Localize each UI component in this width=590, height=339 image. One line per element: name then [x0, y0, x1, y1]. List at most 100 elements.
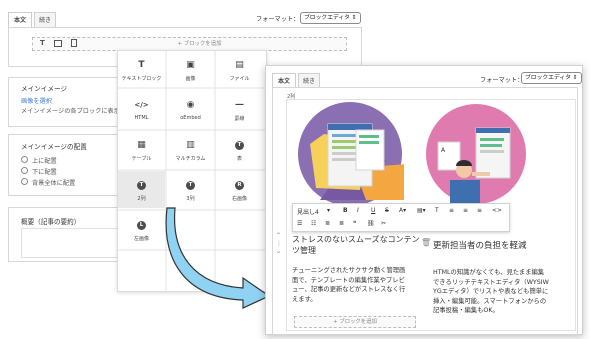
align-right-icon[interactable]: ≡: [477, 207, 482, 214]
radio-top[interactable]: [21, 156, 28, 163]
main-image-title: メインイメージ: [21, 85, 68, 93]
col1-heading[interactable]: ストレスのないスムーズなコンテンツ管理: [292, 234, 422, 256]
table-icon: ▦: [137, 140, 146, 150]
col2-line: 挿入・編集可能。スマートフォンからの: [433, 297, 547, 305]
menu-item-two-column[interactable]: T 2列: [118, 171, 165, 208]
front-add-block-button[interactable]: + ブロックを追加: [294, 316, 416, 328]
main-image-section: メインイメージ 画像を選択 メインイメージの各ブロックに表示: [8, 77, 128, 127]
two-column-icon: T: [118, 180, 165, 190]
align-center-icon[interactable]: ≡: [463, 207, 468, 214]
chevron-down-icon: ▾: [327, 207, 331, 214]
image-icon[interactable]: [54, 40, 62, 47]
summary-title: 概要（記事の要約）: [21, 218, 81, 226]
tab-continue[interactable]: 続き: [34, 12, 56, 27]
main-image-desc: メインイメージの各ブロックに表示: [21, 108, 120, 115]
table-t-icon: T: [216, 140, 263, 150]
menu-item-label: テーブル: [131, 156, 152, 162]
menu-item-table[interactable]: ▦ テーブル: [118, 131, 165, 168]
radio-top-label: 上に配置: [32, 158, 57, 165]
front-editor-panel: 本文 続き フォーマット： ブロックエディタ ⇕ 2列 A 見出し4 ▾ B I…: [265, 65, 583, 335]
bullet-list-icon[interactable]: ☰: [297, 220, 302, 227]
text-style-button[interactable]: T: [435, 207, 439, 214]
file-icon[interactable]: [71, 39, 77, 47]
front-format-select[interactable]: ブロックエディタ ⇕: [521, 72, 582, 84]
front-tab-continue[interactable]: 続き: [298, 73, 320, 88]
radio-background[interactable]: [21, 178, 28, 185]
col1-body[interactable]: チューニングされたサクサク動く管理画 面で、テンプレートの編集作業やプレビ ュー…: [292, 266, 405, 304]
menu-item-file[interactable]: ▤ ファイル: [216, 51, 263, 88]
menu-item-label: 罫線: [234, 116, 245, 122]
left-image-icon: L: [118, 220, 165, 230]
format-select[interactable]: ブロックエディタ ⇕: [300, 12, 361, 24]
tab-main[interactable]: 本文: [8, 12, 32, 27]
menu-item-hyou[interactable]: T 表: [216, 131, 263, 168]
col2-body[interactable]: HTMLの知識がなくても、見たまま編集 できるリッチテキストエディタ（WYSIW…: [433, 268, 549, 316]
heading-select[interactable]: 見出し4: [297, 207, 319, 216]
format-label: フォーマット：: [256, 16, 300, 23]
code-icon: </>: [134, 101, 149, 109]
radio-bottom[interactable]: [21, 167, 28, 174]
menu-item-label: マルチカラム: [175, 156, 206, 162]
three-column-icon: T: [167, 180, 214, 190]
placement-title: メインイメージの配置: [21, 143, 87, 151]
radio-background-label: 背景全体に配置: [32, 180, 76, 187]
col1-line: 面で、テンプレートの編集作業やプレビ: [292, 276, 405, 284]
align-left-icon[interactable]: ≡: [449, 207, 454, 214]
move-handle-icon[interactable]: ⌃ ⋮ ⌄: [276, 232, 282, 256]
file-icon: ▤: [235, 60, 244, 70]
front-tab-main[interactable]: 本文: [272, 73, 296, 88]
menu-item-multicolumn[interactable]: ▥ マルチカラム: [167, 131, 214, 168]
quote-icon[interactable]: ❝: [353, 220, 356, 227]
text-icon[interactable]: T: [40, 39, 45, 47]
col1-line: チューニングされたサクサク動く管理画: [292, 267, 406, 274]
col2-line: 記事投稿・編集もOK。: [433, 307, 499, 314]
link-icon[interactable]: ⛓: [367, 220, 375, 227]
menu-item-label: テキストブロック: [121, 76, 162, 82]
italic-button[interactable]: I: [357, 207, 359, 214]
menu-item-label: HTML: [134, 115, 149, 121]
add-block-label: + ブロックを追加: [177, 41, 222, 47]
menu-item-label: 画像: [185, 76, 196, 82]
radio-bottom-label: 下に配置: [32, 169, 57, 176]
unlink-icon[interactable]: ✂: [381, 220, 386, 227]
trash-icon[interactable]: 🗑: [421, 238, 431, 247]
image-icon: ▣: [186, 60, 195, 70]
menu-item-label: ファイル: [229, 76, 250, 82]
rich-text-toolbar: 見出し4 ▾ B I U S A▾ ▤▾ T ≡ ≡ ≡ <> ☰ ☷ ≣ ≣ …: [292, 203, 510, 232]
menu-item-oembed[interactable]: ◉ oEmbed: [167, 91, 214, 128]
add-block-button[interactable]: + ブロックを追加: [32, 37, 347, 51]
front-format-label: フォーマット：: [480, 77, 524, 84]
menu-item-label: 表: [236, 156, 242, 162]
col2-heading[interactable]: 更新担当者の負担を軽減: [433, 241, 527, 252]
placement-section: メインイメージの配置 上に配置 下に配置 背景全体に配置: [8, 134, 128, 196]
columns-icon: ▥: [186, 140, 195, 150]
arrow-shape: [165, 207, 271, 309]
transition-arrow: [165, 207, 271, 309]
right-image-icon: R: [216, 180, 263, 190]
source-code-icon[interactable]: <>: [492, 207, 502, 214]
col1-line: えます。: [292, 295, 317, 303]
background-color-button[interactable]: ▤▾: [417, 207, 426, 214]
underline-button[interactable]: U: [371, 207, 375, 214]
indent-icon[interactable]: ≣: [339, 220, 344, 227]
cms-illustration: [298, 102, 404, 206]
menu-item-image[interactable]: ▣ 画像: [167, 51, 214, 88]
menu-item-left-image[interactable]: L 左画像: [118, 211, 165, 248]
menu-item-html[interactable]: </> HTML: [118, 91, 165, 128]
divider-icon: —: [235, 100, 244, 110]
summary-textarea[interactable]: [21, 228, 123, 258]
menu-item-label: 2列: [137, 196, 146, 202]
bold-button[interactable]: B: [343, 207, 348, 214]
select-image-link[interactable]: 画像を選択: [21, 96, 52, 105]
summary-section: 概要（記事の要約）: [8, 207, 128, 262]
menu-item-text[interactable]: T テキストブロック: [118, 51, 165, 88]
strike-button[interactable]: S: [385, 207, 389, 214]
numbered-list-icon[interactable]: ☷: [311, 220, 316, 227]
font-color-button[interactable]: A▾: [399, 207, 406, 214]
text-icon: T: [138, 60, 145, 70]
embed-icon: ◉: [186, 100, 195, 110]
menu-item-label: 左画像: [133, 236, 149, 242]
menu-item-divider[interactable]: — 罫線: [216, 91, 263, 128]
outdent-icon[interactable]: ≣: [325, 220, 330, 227]
col2-line: HTMLの知識がなくても、見たまま編集: [433, 269, 545, 276]
